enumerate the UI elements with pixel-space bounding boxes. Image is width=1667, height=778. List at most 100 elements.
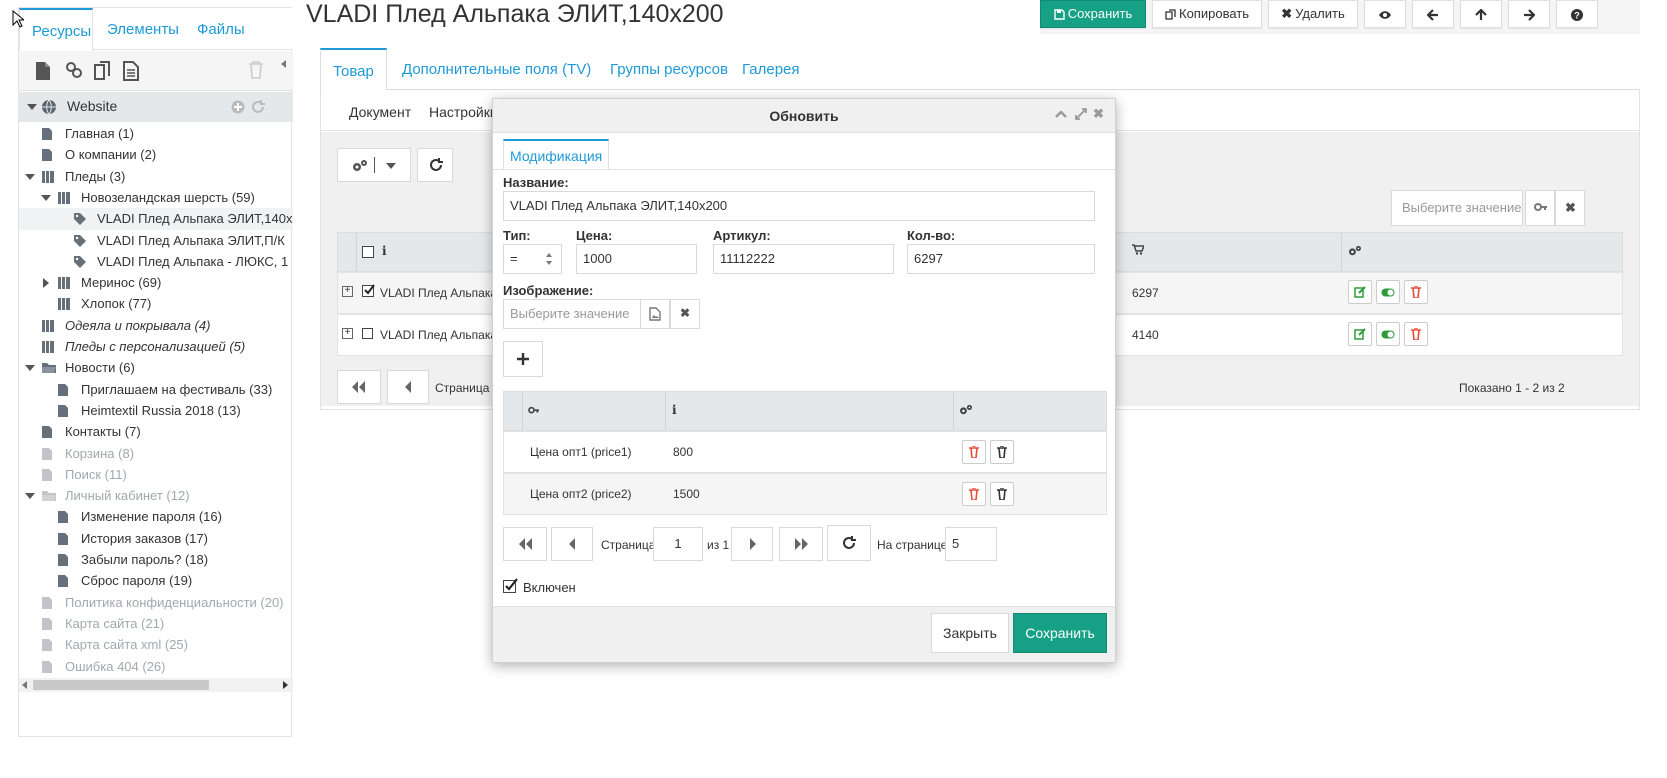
tree-item[interactable]: VLADI Плед Альпака ЭЛИТ,140x200 — [19, 208, 293, 231]
tab-tv-fields[interactable]: Дополнительные поля (TV) — [390, 48, 603, 90]
tab-resource-groups[interactable]: Группы ресурсов — [598, 48, 740, 90]
new-weblink-icon[interactable] — [65, 61, 85, 81]
tree-item[interactable]: Приглашаем на фестиваль (33) — [19, 379, 293, 401]
tab-product[interactable]: Товар — [320, 48, 387, 91]
delete-button[interactable]: ✖ Удалить — [1268, 0, 1358, 28]
tree-item[interactable]: Пледы с персонализацией (5) — [19, 336, 293, 358]
image-browse-button[interactable] — [640, 299, 670, 329]
expand-icon[interactable]: + — [342, 328, 353, 339]
filter-search-button[interactable] — [1525, 190, 1555, 226]
modal-save-button[interactable]: Сохранить — [1013, 613, 1107, 653]
tree-item[interactable]: Карта сайта (21) — [19, 613, 293, 635]
row-checkbox[interactable] — [362, 328, 373, 339]
maximize-icon[interactable] — [1075, 108, 1087, 120]
collapse-icon[interactable] — [1055, 109, 1067, 119]
tab-files[interactable]: Файлы — [185, 8, 257, 50]
tree-item[interactable]: VLADI Плед Альпака ЭЛИТ,П/К — [19, 230, 293, 252]
tree-item[interactable]: Пледы (3) — [19, 166, 293, 188]
tree-root-website[interactable]: Website — [19, 92, 293, 122]
type-select[interactable]: = — [503, 244, 562, 274]
table-row[interactable]: Цена опт2 (price2) 1500 — [503, 473, 1107, 515]
new-static-resource-icon[interactable] — [123, 61, 143, 81]
tab-modification[interactable]: Модификация — [503, 139, 610, 169]
tree-item[interactable]: VLADI Плед Альпака - ЛЮКС, 1 — [19, 251, 293, 273]
tab-elements[interactable]: Элементы — [95, 8, 191, 50]
chevron-down-icon[interactable] — [41, 194, 51, 201]
image-input[interactable]: Выберите значение — [503, 299, 641, 329]
tree-item[interactable]: Хлопок (77) — [19, 293, 293, 315]
new-symlink-icon[interactable] — [93, 61, 113, 81]
delete-row-button[interactable] — [1404, 280, 1428, 304]
tree-item[interactable]: Новости (6) — [19, 357, 293, 379]
expand-icon[interactable]: + — [342, 286, 353, 297]
chevron-down-icon[interactable] — [25, 365, 35, 372]
horizontal-scrollbar[interactable] — [19, 678, 293, 692]
save-button[interactable]: Сохранить — [1040, 0, 1146, 28]
last-page-button[interactable] — [779, 527, 823, 561]
prev-page-button[interactable] — [551, 527, 593, 561]
grid-actions-dropdown[interactable] — [337, 148, 411, 182]
tree-item[interactable]: Личный кабинет (12) — [19, 485, 293, 507]
tree-item[interactable]: История заказов (17) — [19, 528, 293, 550]
tree-item[interactable]: Одеяла и покрывала (4) — [19, 315, 293, 337]
edit-button[interactable] — [1348, 322, 1372, 346]
tree-item[interactable]: Главная (1) — [19, 123, 293, 145]
select-all-checkbox[interactable] — [362, 246, 374, 258]
tree-item[interactable]: О компании (2) — [19, 144, 293, 166]
scrollbar-thumb[interactable] — [33, 680, 209, 690]
tree-item[interactable]: Heimtextil Russia 2018 (13) — [19, 400, 293, 422]
tab-resources[interactable]: Ресурсы — [19, 8, 93, 51]
per-page-input[interactable]: 5 — [945, 527, 997, 561]
tree-item[interactable]: Ошибка 404 (26) — [19, 656, 293, 678]
tree-item[interactable]: Корзина (8) — [19, 443, 293, 465]
first-page-button[interactable] — [337, 370, 381, 404]
next-page-button[interactable] — [731, 527, 773, 561]
close-button[interactable]: Закрыть — [931, 613, 1009, 653]
add-price-button[interactable] — [503, 341, 543, 377]
price-input[interactable]: 1000 — [576, 244, 697, 274]
scroll-left-icon[interactable] — [22, 681, 27, 689]
tree-item[interactable]: Контакты (7) — [19, 421, 293, 443]
close-icon[interactable]: ✖ — [1093, 106, 1104, 122]
trash-icon[interactable] — [248, 61, 268, 81]
subtab-document[interactable]: Документ — [349, 104, 411, 120]
row-checkbox-checked[interactable] — [362, 284, 375, 297]
prev-page-button[interactable] — [387, 370, 429, 404]
scroll-right-icon[interactable] — [283, 681, 288, 689]
refresh-icon[interactable] — [251, 100, 265, 114]
page-number-input[interactable]: 1 — [653, 527, 703, 561]
tree-item[interactable]: Меринос (69) — [19, 272, 293, 294]
view-button[interactable] — [1364, 0, 1406, 28]
subtab-settings[interactable]: Настройки — [429, 104, 498, 120]
toggle-button[interactable] — [1376, 280, 1400, 304]
filter-clear-button[interactable]: ✖ — [1555, 190, 1585, 226]
prev-button[interactable] — [1412, 0, 1454, 28]
tree-item[interactable]: Новозеландская шерсть (59) — [19, 187, 293, 209]
edit-button[interactable] — [1348, 280, 1372, 304]
grid-filter-input[interactable]: Выберите значение — [1391, 190, 1523, 226]
tree-item[interactable]: Карта сайта xml (25) — [19, 634, 293, 656]
pager-refresh-button[interactable] — [827, 525, 871, 561]
delete-price-button[interactable] — [962, 440, 986, 464]
chevron-left-icon[interactable] — [281, 60, 286, 68]
toggle-button[interactable] — [1376, 322, 1400, 346]
tab-gallery[interactable]: Галерея — [730, 48, 812, 90]
up-button[interactable] — [1460, 0, 1502, 28]
chevron-right-icon[interactable] — [43, 278, 49, 289]
name-input[interactable]: VLADI Плед Альпака ЭЛИТ,140x200 — [503, 191, 1095, 221]
article-input[interactable]: 11112222 — [713, 244, 894, 274]
tree-item[interactable]: Сброс пароля (19) — [19, 570, 293, 592]
add-resource-icon[interactable] — [231, 100, 245, 114]
image-clear-button[interactable]: ✖ — [670, 299, 700, 329]
tree-item[interactable]: Изменение пароля (16) — [19, 506, 293, 528]
enabled-checkbox[interactable] — [503, 578, 519, 594]
tree-item[interactable]: Забыли пароль? (18) — [19, 549, 293, 571]
chevron-down-icon[interactable] — [25, 173, 35, 180]
first-page-button[interactable] — [503, 527, 547, 561]
next-button[interactable] — [1508, 0, 1550, 28]
delete-row-button[interactable] — [1404, 322, 1428, 346]
delete-price-button[interactable] — [962, 482, 986, 506]
new-document-icon[interactable] — [35, 61, 55, 81]
help-button[interactable]: ? — [1556, 0, 1598, 28]
chevron-down-icon[interactable] — [27, 104, 37, 110]
